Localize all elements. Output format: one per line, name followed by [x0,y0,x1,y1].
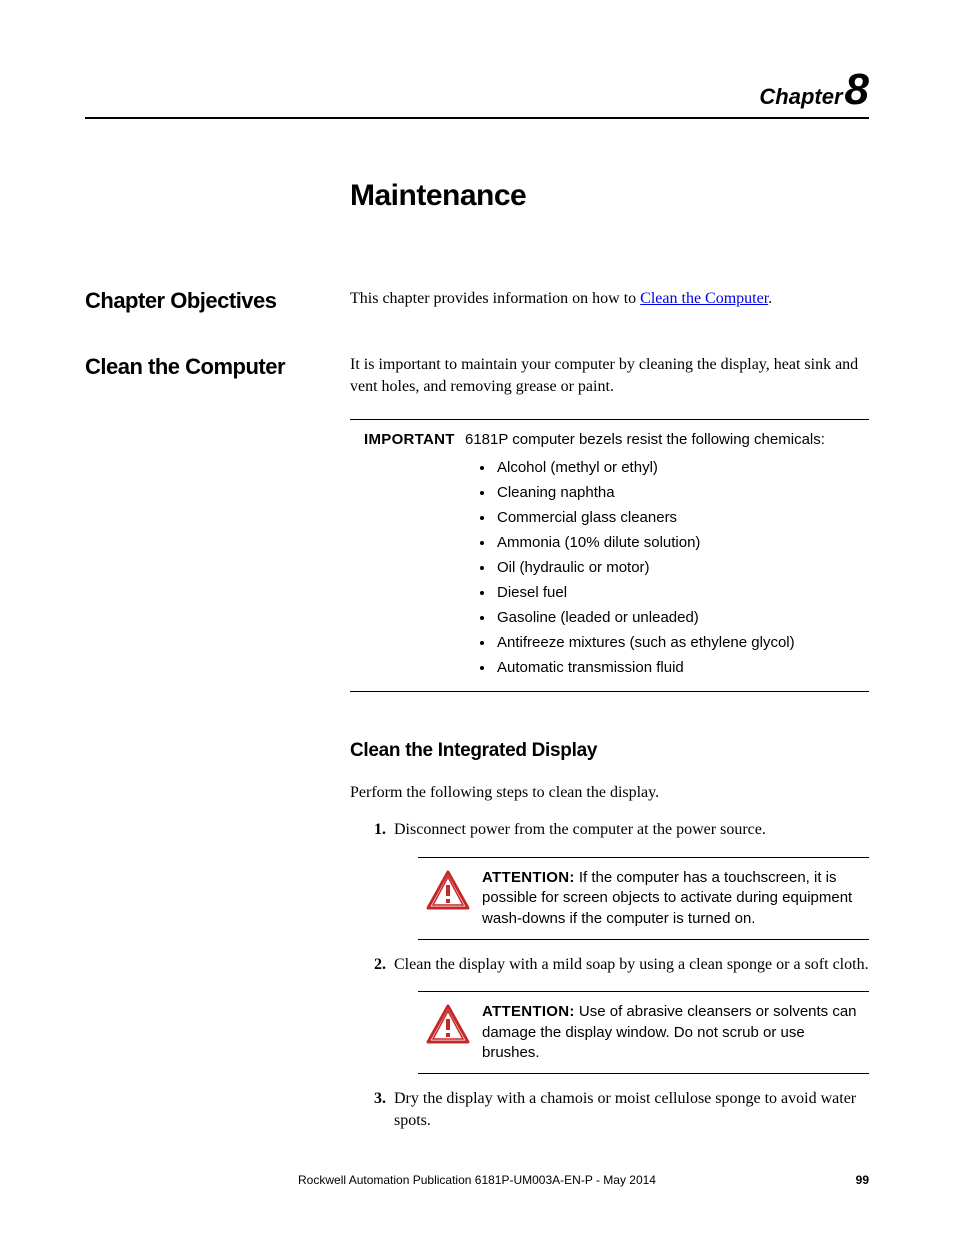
footer-publication: Rockwell Automation Publication 6181P-UM… [85,1173,869,1187]
important-item: Cleaning naphtha [495,481,869,505]
clean-intro: It is important to maintain your compute… [350,354,869,397]
important-lead: 6181P computer bezels resist the followi… [465,428,869,452]
section-body-clean: It is important to maintain your compute… [350,354,869,1145]
step-1: Disconnect power from the computer at th… [390,819,869,939]
step-1-text: Disconnect power from the computer at th… [394,821,766,838]
page-title: Maintenance [350,179,869,213]
important-item: Diesel fuel [495,581,869,605]
chapter-number: 8 [845,65,869,114]
step-2-text: Clean the display with a mild soap by us… [394,956,869,973]
subheading-clean-display: Clean the Integrated Display [350,738,869,764]
objectives-intro-suffix: . [768,290,772,307]
header-rule [85,117,869,119]
important-item: Automatic transmission fluid [495,656,869,680]
important-item: Ammonia (10% dilute solution) [495,531,869,555]
important-label: IMPORTANT [350,428,465,681]
important-item: Commercial glass cleaners [495,506,869,530]
attention-2-text: ATTENTION: Use of abrasive cleansers or … [478,1002,861,1063]
important-content: 6181P computer bezels resist the followi… [465,428,869,681]
section-body-objectives: This chapter provides information on how… [350,288,869,310]
section-clean: Clean the Computer It is important to ma… [85,354,869,1145]
page-number: 99 [856,1173,869,1187]
important-box: IMPORTANT 6181P computer bezels resist t… [350,419,869,692]
warning-icon [418,868,478,916]
section-objectives: Chapter Objectives This chapter provides… [85,288,869,314]
objectives-intro-prefix: This chapter provides information on how… [350,290,640,307]
step-3-text: Dry the display with a chamois or moist … [394,1090,856,1129]
chapter-header: Chapter8 [85,65,869,115]
important-item: Gasoline (leaded or unleaded) [495,606,869,630]
warning-icon [418,1002,478,1050]
section-heading-objectives: Chapter Objectives [85,288,350,314]
page-container: Chapter8 Maintenance Chapter Objectives … [0,0,954,1235]
section-heading-clean: Clean the Computer [85,354,350,380]
clean-computer-link[interactable]: Clean the Computer [640,290,768,307]
chapter-label: Chapter [759,84,842,109]
important-item: Alcohol (methyl or ethyl) [495,456,869,480]
important-item: Antifreeze mixtures (such as ethylene gl… [495,631,869,655]
important-item: Oil (hydraulic or motor) [495,556,869,580]
attention-label: ATTENTION: [482,869,575,886]
attention-box-1: ATTENTION: If the computer has a touchsc… [418,857,869,940]
important-list: Alcohol (methyl or ethyl) Cleaning napht… [465,456,869,680]
step-3: Dry the display with a chamois or moist … [390,1088,869,1131]
attention-box-2: ATTENTION: Use of abrasive cleansers or … [418,991,869,1074]
attention-label: ATTENTION: [482,1003,575,1020]
steps-list: Disconnect power from the computer at th… [350,819,869,1131]
sub-intro: Perform the following steps to clean the… [350,782,869,804]
step-2: Clean the display with a mild soap by us… [390,954,869,1074]
attention-1-text: ATTENTION: If the computer has a touchsc… [478,868,861,929]
